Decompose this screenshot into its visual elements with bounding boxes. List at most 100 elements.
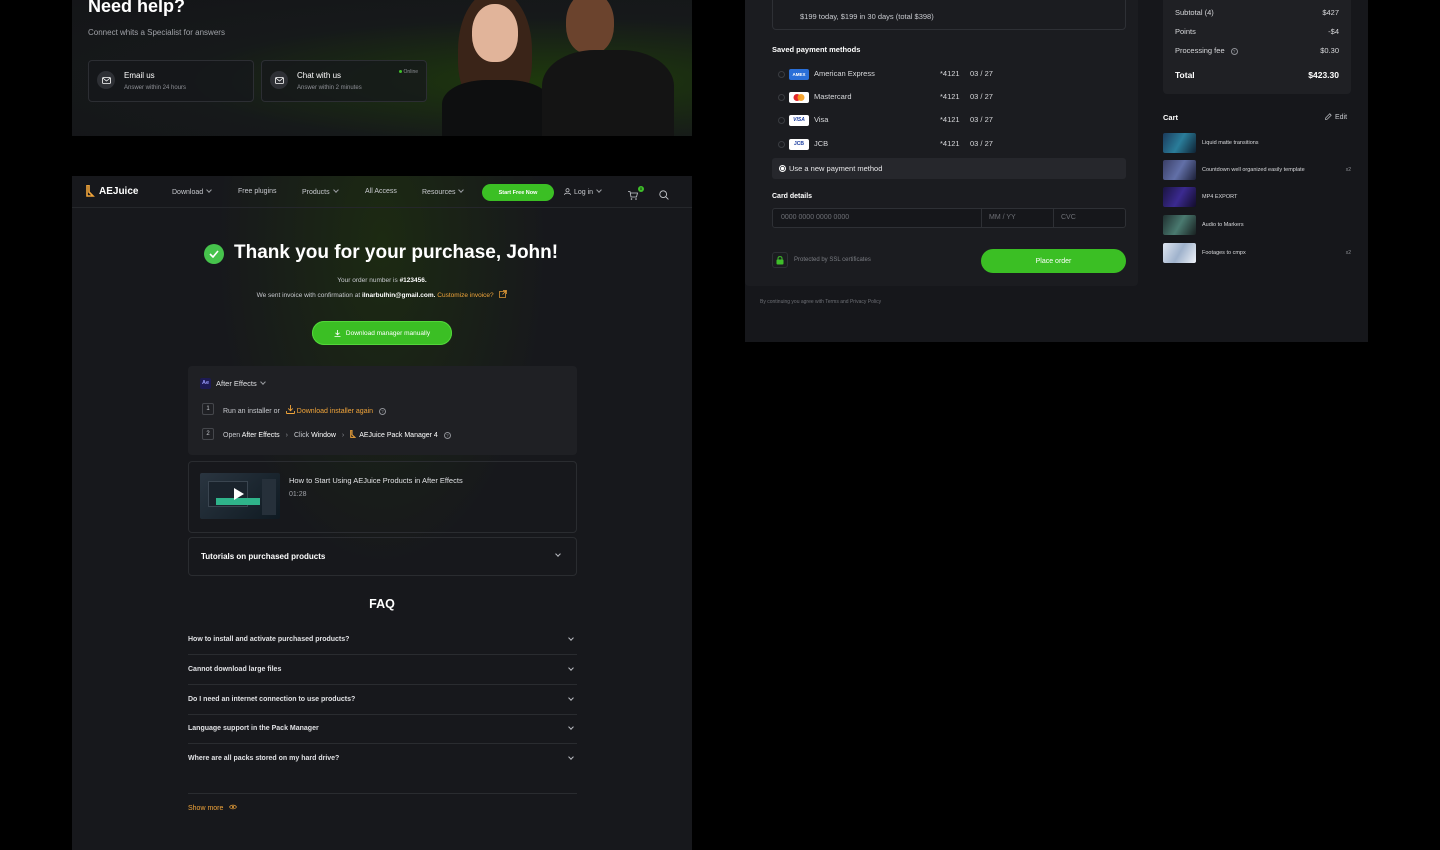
cart-item-name: Footages to cmpx [1202, 250, 1246, 256]
card-details-title: Card details [772, 193, 813, 200]
product-thumbnail [1163, 187, 1196, 207]
download-icon [334, 329, 341, 337]
step-2-pack-manager: AEJuice Pack Manager 4 [359, 432, 438, 439]
radio-button[interactable] [778, 94, 785, 101]
app-selector-label: After Effects [216, 379, 257, 388]
nav-download[interactable]: Download [172, 187, 212, 196]
email-us-card[interactable]: Email us Answer within 24 hours [88, 60, 254, 102]
nav-products[interactable]: Products [302, 187, 339, 196]
payment-method-amex[interactable]: AMEX American Express *4121 03 / 27 [778, 68, 1118, 82]
login-button[interactable]: Log in [564, 187, 602, 196]
faq-item[interactable]: Do I need an internet connection to use … [188, 685, 577, 715]
customize-invoice-link[interactable]: Customize invoice? [437, 292, 493, 299]
aejuice-logo-icon [350, 429, 357, 438]
step-1-text: Run an installer or [223, 408, 280, 415]
faq-item[interactable]: Language support in the Pack Manager [188, 714, 577, 744]
cart-item[interactable]: Liquid matte transitions [1163, 133, 1351, 153]
download-installer-link[interactable]: Download installer again [297, 408, 373, 415]
step-2-window: Window [311, 432, 336, 439]
cart-icon[interactable] [628, 187, 639, 205]
nav-free-plugins[interactable]: Free plugins [238, 188, 277, 195]
radio-button[interactable] [778, 141, 785, 148]
email-us-title: Email us [124, 71, 155, 80]
video-thumbnail[interactable] [200, 473, 280, 519]
method-last4: *4121 [940, 92, 960, 101]
user-icon [564, 188, 571, 196]
amex-icon: AMEX [789, 69, 809, 80]
new-payment-method-option[interactable]: Use a new payment method [772, 158, 1126, 179]
order-summary: Subtotal (4) $427 Points -$4 Processing fe… [1163, 0, 1351, 94]
cvc-input[interactable]: CVC [1061, 214, 1076, 221]
faq-question: Where are all packs stored on my hard dr… [188, 755, 340, 762]
step-1: Run an installer or Download installer a… [223, 405, 387, 415]
expiry-input[interactable]: MM / YY [989, 214, 1016, 221]
cart-item-name: Audio to Markers [1202, 222, 1244, 228]
cart-item-qty: x2 [1345, 167, 1351, 173]
subtotal-label: Subtotal (4) [1175, 8, 1214, 17]
cart-item-qty: x2 [1345, 250, 1351, 256]
fee-label: Processing fee [1175, 46, 1225, 55]
tutorials-accordion[interactable]: Tutorials on purchased products [188, 537, 577, 576]
logo-text: AEJuice [99, 185, 139, 197]
chat-icon [270, 71, 288, 89]
eye-icon [229, 804, 238, 810]
help-circle-icon[interactable]: ? [443, 432, 451, 439]
faq-item[interactable]: How to install and activate purchased pr… [188, 625, 577, 655]
play-icon [234, 488, 244, 500]
payment-method-mastercard[interactable]: Mastercard *4121 03 / 27 [778, 91, 1118, 105]
chat-us-card[interactable]: Chat with us Answer within 2 minutes Onl… [261, 60, 427, 102]
place-order-button[interactable]: Place order [981, 249, 1126, 273]
show-more-link[interactable]: Show more [188, 804, 238, 812]
nav-all-access[interactable]: All Access [365, 188, 397, 195]
radio-button[interactable] [778, 71, 785, 78]
nav-free-plugins-label: Free plugins [238, 188, 277, 195]
nav-resources[interactable]: Resources [422, 187, 465, 196]
ssl-note: Protected by SSL certificates [794, 257, 871, 263]
order-number-line: Your order number is #123456. [72, 277, 692, 284]
search-icon[interactable] [659, 187, 669, 205]
cart-item[interactable]: MP4 EXPORT [1163, 187, 1351, 207]
cart-item[interactable]: Footages to cmpx x2 [1163, 243, 1351, 263]
chevron-down-icon [568, 695, 574, 701]
cart-item[interactable]: Countdown well organized easily template… [1163, 160, 1351, 180]
split-payment-option[interactable]: $199 today, $199 in 30 days (total $398) [772, 0, 1126, 30]
lock-icon [772, 252, 788, 268]
breadcrumb-chevron-icon: › [285, 432, 288, 439]
thank-you-page: AEJuice Download Free plugins Products A… [72, 176, 692, 850]
after-effects-icon: Ae [200, 378, 211, 389]
faq-question: Cannot download large files [188, 666, 282, 673]
start-free-button[interactable]: Start Free Now [482, 184, 554, 201]
cart-count-badge: 0 [638, 186, 644, 192]
checkout-section: $199 today, $199 in 30 days (total $398)… [745, 0, 1368, 342]
show-more-label: Show more [188, 805, 224, 812]
faq-item[interactable]: Where are all packs stored on my hard dr… [188, 744, 577, 794]
chevron-down-icon [596, 187, 602, 193]
faq-item[interactable]: Cannot download large files [188, 655, 577, 685]
step-2-app: After Effects [241, 432, 280, 439]
product-thumbnail [1163, 215, 1196, 235]
aejuice-logo[interactable]: AEJuice [86, 185, 138, 197]
product-thumbnail [1163, 133, 1196, 153]
payment-method-visa[interactable]: VISA Visa *4121 03 / 27 [778, 114, 1118, 128]
method-last4: *4121 [940, 115, 960, 124]
cart-edit-button[interactable]: Edit [1325, 113, 1347, 121]
breadcrumb-chevron-icon: › [341, 432, 345, 439]
split-payment-text: $199 today, $199 in 30 days (total $398) [800, 12, 934, 21]
step-number: 1 [202, 403, 214, 415]
video-title: How to Start Using AEJuice Products in A… [289, 476, 463, 485]
radio-button[interactable] [778, 117, 785, 124]
method-last4: *4121 [940, 69, 960, 78]
chevron-down-icon [206, 187, 212, 193]
nav-all-access-label: All Access [365, 188, 397, 195]
payment-method-jcb[interactable]: JCB JCB *4121 03 / 27 [778, 138, 1118, 152]
external-link-icon[interactable] [499, 290, 508, 298]
app-selector[interactable]: After Effects [216, 379, 266, 388]
video-card[interactable]: How to Start Using AEJuice Products in A… [188, 461, 577, 533]
help-circle-icon[interactable]: ? [379, 408, 387, 415]
cart-item[interactable]: Audio to Markers [1163, 215, 1351, 235]
help-circle-icon[interactable]: ? [1230, 48, 1238, 55]
card-number-input[interactable]: 0000 0000 0000 0000 [781, 214, 849, 221]
download-manager-button[interactable]: Download manager manually [312, 321, 452, 345]
invoice-prefix: We sent invoice with confirmation at [256, 292, 362, 299]
radio-selected[interactable] [779, 165, 786, 172]
